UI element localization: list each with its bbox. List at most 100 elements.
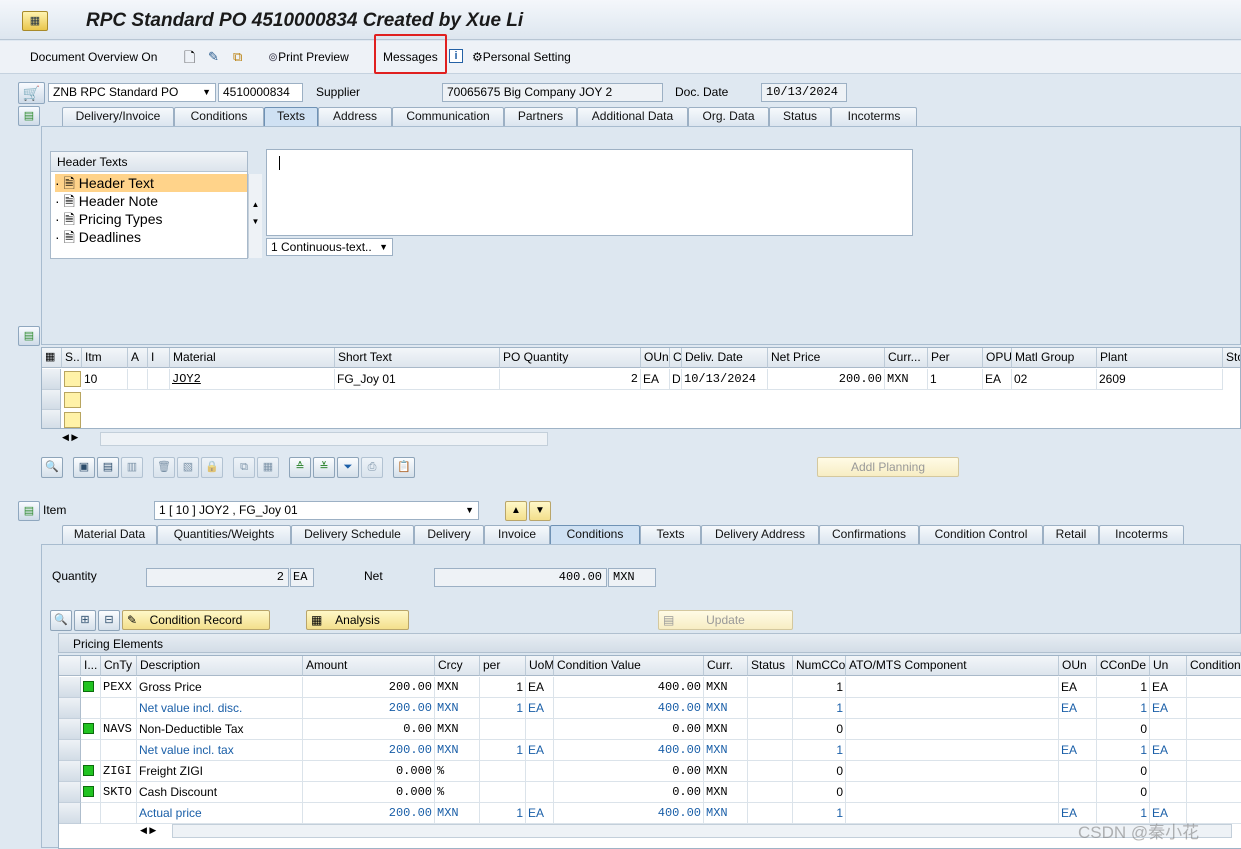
col-header[interactable]: OUn [641, 348, 670, 368]
supplier-field[interactable]: 70065675 Big Company JOY 2 [442, 83, 663, 102]
tab-delivery-address[interactable]: Delivery Address [701, 525, 819, 544]
scroll-left-icon[interactable]: ◀ ▶ [140, 825, 156, 836]
pricing-cnty-cell[interactable]: PEXX [101, 677, 137, 698]
po-quantity-cell[interactable]: 2 [500, 369, 641, 390]
info-icon[interactable]: i [449, 49, 463, 63]
pricing-amount-cell[interactable]: 200.00 [303, 677, 435, 698]
tab-communication[interactable]: Communication [392, 107, 504, 126]
pricing-numcco-cell[interactable]: 1 [793, 803, 846, 824]
row-selector[interactable] [59, 677, 81, 698]
col-header[interactable]: C [670, 348, 682, 368]
pricing-oun-cell[interactable] [1059, 782, 1097, 803]
tab-incoterms[interactable]: Incoterms [1099, 525, 1184, 544]
pricing-crcy-cell[interactable]: MXN [435, 803, 480, 824]
col-header[interactable]: Plant [1097, 348, 1223, 368]
tab-conditions[interactable]: Conditions [174, 107, 264, 126]
tab-delivery-invoice[interactable]: Delivery/Invoice [62, 107, 174, 126]
scroll-left-icon[interactable]: ◀ ▶ [62, 432, 78, 443]
tree-scrollbar[interactable]: ▲ ▼ [248, 174, 262, 258]
pricing-status-cell[interactable] [748, 677, 793, 698]
pricing-cnty-cell[interactable]: ZIGI [101, 761, 137, 782]
col-header[interactable]: Curr. [704, 656, 748, 676]
doc-date-field[interactable]: 10/13/2024 [761, 83, 847, 102]
per-cell[interactable]: 1 [928, 369, 983, 390]
status-checkbox[interactable] [64, 371, 81, 387]
pricing-oun-cell[interactable]: EA [1059, 740, 1097, 761]
pricing-oun-cell[interactable] [1059, 719, 1097, 740]
col-header[interactable]: per [480, 656, 526, 676]
col-header[interactable]: Condition [1187, 656, 1241, 676]
col-header[interactable]: Amount [303, 656, 435, 676]
pricing-desc-cell[interactable]: Cash Discount [137, 782, 303, 803]
pricing-numcco-cell[interactable]: 0 [793, 719, 846, 740]
pricing-desc-cell[interactable]: Actual price [137, 803, 303, 824]
pricing-un-cell[interactable]: EA [1150, 677, 1187, 698]
row-selector[interactable] [59, 761, 81, 782]
pricing-un-cell[interactable] [1150, 761, 1187, 782]
col-header[interactable]: Condition Value [554, 656, 704, 676]
pricing-curr-cell[interactable]: MXN [704, 740, 748, 761]
pricing-value-cell[interactable]: 0.00 [554, 782, 704, 803]
collapse-header-icon[interactable]: ▤ [18, 106, 40, 126]
col-header[interactable]: Material [170, 348, 335, 368]
pricing-ato-cell[interactable] [846, 698, 1059, 719]
pricing-per-cell[interactable]: 1 [480, 677, 526, 698]
col-header[interactable]: A [128, 348, 148, 368]
col-header[interactable]: Deliv. Date [682, 348, 768, 368]
tree-item[interactable]: · 🗎 Deadlines [55, 228, 141, 244]
tree-item[interactable]: · 🗎 Pricing Types [55, 210, 163, 228]
pricing-un-cell[interactable]: EA [1150, 698, 1187, 719]
delete-row-icon[interactable]: ⊟ [98, 610, 120, 631]
pricing-value-cell[interactable]: 400.00 [554, 698, 704, 719]
pricing-numcco-cell[interactable]: 1 [793, 698, 846, 719]
quantity-field[interactable]: 2 [146, 568, 289, 587]
row-selector[interactable] [42, 390, 61, 410]
pricing-cond-cell[interactable] [1187, 719, 1241, 740]
row-selector[interactable] [59, 803, 81, 824]
pricing-per-cell[interactable]: 1 [480, 698, 526, 719]
copy-item-icon[interactable]: ▤ [97, 457, 119, 478]
pricing-numcco-cell[interactable]: 0 [793, 782, 846, 803]
col-header[interactable]: OPU [983, 348, 1012, 368]
insert-row-icon[interactable]: ⊞ [74, 610, 96, 631]
pricing-cnty-cell[interactable] [101, 740, 137, 761]
update-button[interactable]: ▤ Update [658, 610, 793, 630]
pricing-curr-cell[interactable]: MXN [704, 698, 748, 719]
tab-texts[interactable]: Texts [264, 107, 318, 126]
collapse-item-detail-icon[interactable]: ▤ [18, 501, 40, 521]
pricing-cond-cell[interactable] [1187, 782, 1241, 803]
pricing-value-cell[interactable]: 400.00 [554, 803, 704, 824]
pricing-uom-cell[interactable] [526, 761, 554, 782]
pricing-ato-cell[interactable] [846, 761, 1059, 782]
pricing-uom-cell[interactable]: EA [526, 803, 554, 824]
row-selector[interactable] [59, 719, 81, 740]
pricing-ccon-cell[interactable]: 0 [1097, 719, 1150, 740]
pricing-crcy-cell[interactable]: MXN [435, 740, 480, 761]
pricing-per-cell[interactable] [480, 782, 526, 803]
pricing-cnty-cell[interactable] [101, 803, 137, 824]
col-header[interactable]: ATO/MTS Component [846, 656, 1059, 676]
tab-org-data[interactable]: Org. Data [688, 107, 769, 126]
pricing-uom-cell[interactable]: EA [526, 698, 554, 719]
pricing-desc-cell[interactable]: Net value incl. disc. [137, 698, 303, 719]
col-header[interactable]: UoM [526, 656, 554, 676]
pricing-value-cell[interactable]: 0.00 [554, 719, 704, 740]
grid-icon[interactable]: ▦ [257, 457, 279, 478]
tab-confirmations[interactable]: Confirmations [819, 525, 919, 544]
pricing-crcy-cell[interactable]: MXN [435, 677, 480, 698]
new-document-icon[interactable]: 🗋 [184, 47, 195, 67]
document-overview-button[interactable]: Document Overview On [30, 47, 157, 67]
pricing-amount-cell[interactable]: 0.000 [303, 782, 435, 803]
pricing-ccon-cell[interactable]: 1 [1097, 677, 1150, 698]
tab-material-data[interactable]: Material Data [62, 525, 157, 544]
tab-texts[interactable]: Texts [640, 525, 701, 544]
filter-icon[interactable]: ⏷ [337, 457, 359, 478]
block-icon[interactable]: ▧ [177, 457, 199, 478]
pricing-amount-cell[interactable]: 200.00 [303, 698, 435, 719]
tab-status[interactable]: Status [769, 107, 831, 126]
tab-delivery-schedule[interactable]: Delivery Schedule [291, 525, 414, 544]
sort-descending-icon[interactable]: ≚ [313, 457, 335, 478]
pricing-oun-cell[interactable] [1059, 761, 1097, 782]
pricing-status-cell[interactable] [748, 740, 793, 761]
pricing-per-cell[interactable]: 1 [480, 803, 526, 824]
